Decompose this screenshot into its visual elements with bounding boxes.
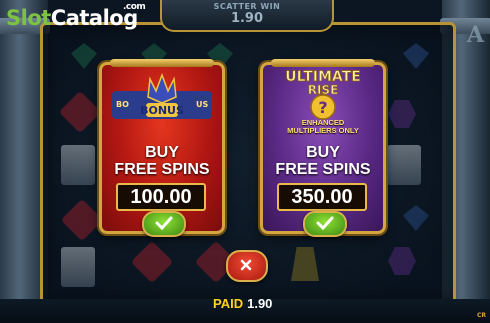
close-button[interactable] xyxy=(226,250,268,282)
paid-label: PAID xyxy=(213,296,244,311)
bonus-trident-icon: BONUS BO US xyxy=(112,73,212,119)
logo-slot-text: Slot xyxy=(6,6,51,30)
pillar-symbol xyxy=(61,145,95,185)
buy-bonus-panel[interactable]: BONUS BO US BUY FREE SPINS 100.00 xyxy=(99,59,225,237)
mystery-badge-text: ? xyxy=(318,98,327,117)
bonus-art-side-left: BO xyxy=(116,100,129,109)
watermark-logo: SlotCatalog .com xyxy=(6,2,146,36)
bonus-price: 100.00 xyxy=(116,183,206,211)
side-letter: A xyxy=(466,22,484,48)
bonus-art-text: BONUS xyxy=(140,104,184,117)
checkmark-icon xyxy=(316,216,334,230)
buy-label: BUY xyxy=(306,144,340,161)
heart-symbol xyxy=(58,90,102,134)
gem-symbol xyxy=(388,247,416,275)
ultimate-rise-title: ULTIMATE RISE ? xyxy=(285,69,361,120)
pillar-symbol xyxy=(387,145,421,185)
paid-value: 1.90 xyxy=(247,296,273,311)
paid-display: PAID 1.90 xyxy=(213,296,272,311)
corner-label: CR xyxy=(476,312,486,319)
gem-symbol xyxy=(403,43,429,69)
buy-bonus-confirm-button[interactable] xyxy=(142,211,186,237)
scatter-win-banner: SCATTER WIN 1.90 xyxy=(160,0,334,32)
close-x-icon xyxy=(240,259,252,271)
enhanced-note-line2: MULTIPLIERS ONLY xyxy=(287,126,359,135)
free-spins-label: FREE SPINS xyxy=(114,161,210,178)
panel-scroll-ornament xyxy=(110,59,214,67)
buy-ultimate-confirm-button[interactable] xyxy=(303,211,347,237)
ultimate-price: 350.00 xyxy=(277,183,367,211)
yellow-symbol xyxy=(291,247,319,281)
scatter-win-label: SCATTER WIN xyxy=(213,2,281,11)
logo-domain-text: .com xyxy=(123,2,146,12)
heart-symbol xyxy=(60,198,104,242)
bonus-art-side-right: US xyxy=(196,100,208,109)
gem-symbol xyxy=(403,205,429,231)
checkmark-icon xyxy=(155,216,173,230)
buy-ultimate-rise-panel[interactable]: ULTIMATE RISE ? ENHANCED MULTIPLIERS ONL… xyxy=(260,59,386,237)
gem-symbol xyxy=(71,43,97,69)
enhanced-multipliers-note: ENHANCED MULTIPLIERS ONLY xyxy=(263,119,383,135)
heart-symbol xyxy=(130,240,174,284)
panel-scroll-ornament xyxy=(271,59,375,67)
pillar-symbol xyxy=(61,247,95,287)
scatter-win-value: 1.90 xyxy=(230,11,264,26)
buy-label: BUY xyxy=(145,144,179,161)
free-spins-label: FREE SPINS xyxy=(275,161,371,178)
gem-symbol xyxy=(388,100,416,128)
